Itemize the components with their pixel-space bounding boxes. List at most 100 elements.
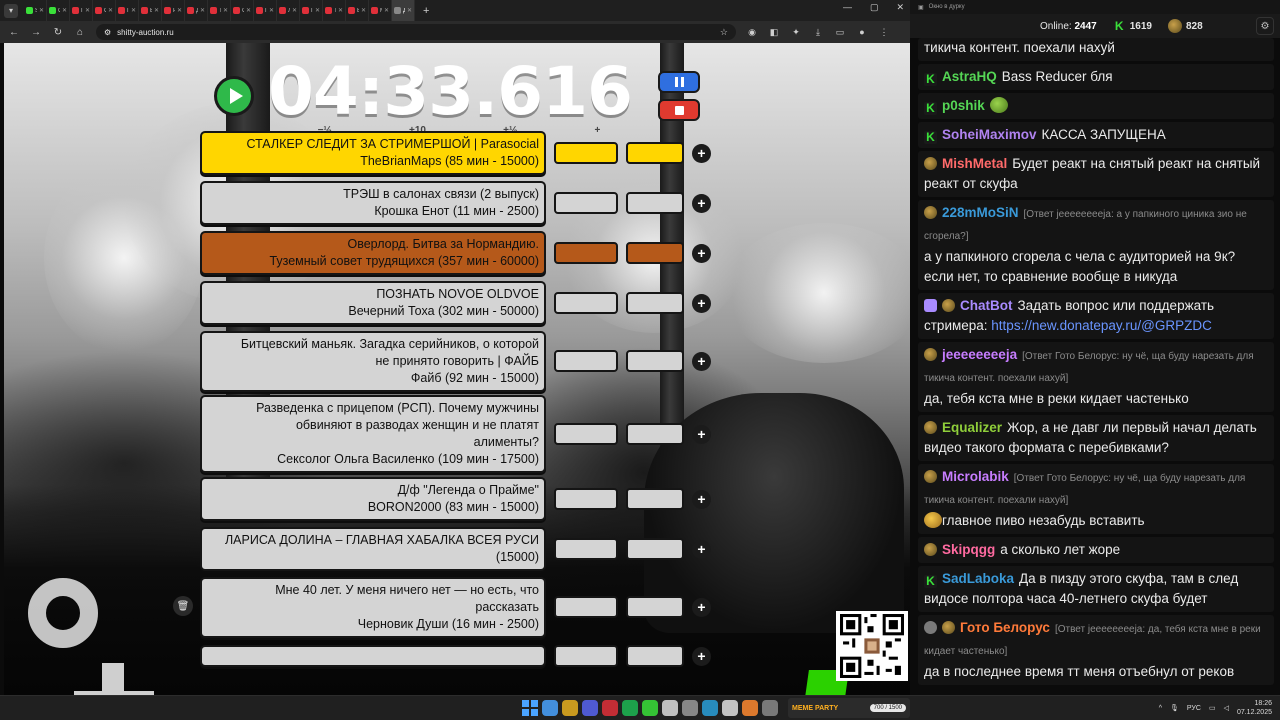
lot-bid-field[interactable] <box>554 142 618 164</box>
tab-close-icon[interactable]: ✕ <box>315 7 320 14</box>
meme-party-widget[interactable]: MEME PARTY 700 / 1500 <box>788 698 910 718</box>
taskbar-app-icon[interactable] <box>622 700 638 716</box>
lot-name-box[interactable]: Битцевский маньяк. Загадка серийников, о… <box>200 330 546 392</box>
lot-bid-field[interactable] <box>554 423 618 445</box>
chat-message-link[interactable]: https://new.donatepay.ru/@GRPZDC <box>991 318 1212 333</box>
tab-close-icon[interactable]: ✕ <box>361 7 366 14</box>
chat-username[interactable]: Equalizer <box>942 420 1002 435</box>
chat-username[interactable]: 228mMoSiN <box>942 205 1019 220</box>
browser-tab[interactable]: ПОЗ✕ <box>116 0 139 21</box>
lot-extra-field[interactable] <box>626 192 684 214</box>
tab-close-icon[interactable]: ✕ <box>154 7 159 14</box>
add-to-lot-button[interactable]: + <box>692 144 711 163</box>
settings-gear-icon[interactable]: ⚙ <box>1256 17 1274 35</box>
extension-icon[interactable]: ◉ <box>746 27 758 38</box>
lot-bid-field[interactable] <box>554 538 618 560</box>
tab-close-icon[interactable]: ✕ <box>108 7 113 14</box>
taskbar-app-icon[interactable] <box>682 700 698 716</box>
lot-bid-field[interactable] <box>554 350 618 372</box>
maximize-icon[interactable]: ▢ <box>870 2 879 13</box>
lot-name-box[interactable]: ТРЭШ в салонах связи (2 выпуск) Крошка Ен… <box>200 181 546 225</box>
chat-message-list[interactable]: тикича контент. поехали нахуй K AstraHQ Bas… <box>918 38 1274 686</box>
lot-extra-field[interactable] <box>626 488 684 510</box>
lot-name-box[interactable]: Д/ф "Легенда о Прайме" BORON2000 (83 мин … <box>200 477 546 521</box>
lot-extra-field[interactable] <box>626 538 684 560</box>
chat-username[interactable]: Гото Белорус <box>960 620 1050 635</box>
lot-bid-field[interactable] <box>554 242 618 264</box>
tab-close-icon[interactable]: ✕ <box>223 7 228 14</box>
lot-extra-field[interactable] <box>626 645 684 667</box>
lot-name-box[interactable]: СТАЛКЕР СЛЕДИТ ЗА СТРИМЕРШОЙ | Parasocia… <box>200 131 546 175</box>
play-button[interactable] <box>214 76 254 116</box>
taskbar-app-icon[interactable] <box>722 700 738 716</box>
system-clock[interactable]: 18:26 07.12.2025 <box>1237 699 1272 717</box>
site-info-icon[interactable]: ⚙ <box>104 28 111 37</box>
tab-close-icon[interactable]: ✕ <box>407 7 412 14</box>
lot-bid-field[interactable] <box>554 292 618 314</box>
lot-name-box[interactable]: Мне 40 лет. У меня ничего нет — но есть,… <box>200 576 546 638</box>
add-to-lot-button[interactable]: + <box>692 294 711 313</box>
tab-close-icon[interactable]: ✕ <box>131 7 136 14</box>
chat-username[interactable]: jeeeeeeeeja <box>942 347 1017 362</box>
lot-extra-field[interactable] <box>626 423 684 445</box>
home-icon[interactable]: ⌂ <box>74 27 86 38</box>
chat-username[interactable]: Skipqgg <box>942 542 995 557</box>
language-indicator[interactable]: РУС <box>1187 705 1201 712</box>
chat-username[interactable]: SadLaboka <box>942 571 1014 586</box>
extension-icon[interactable]: ◧ <box>768 27 780 38</box>
download-icon[interactable]: ⤓ <box>812 27 824 38</box>
lot-name-box[interactable]: ПОЗНАТЬ NOVOE OLDVOE Вечерний Тоха (302 м… <box>200 281 546 325</box>
add-to-lot-button[interactable]: + <box>692 352 711 371</box>
browser-tab[interactable]: ТРЗ✕ <box>208 0 231 21</box>
taskbar-app-icon[interactable] <box>542 700 558 716</box>
lot-name-box[interactable]: Разведенка с прицепом (РСП). Почему мужч… <box>200 395 546 473</box>
start-windows-icon[interactable] <box>522 700 538 716</box>
lot-bid-field[interactable] <box>554 596 618 618</box>
reload-icon[interactable]: ↻ <box>52 27 64 38</box>
trash-icon[interactable]: 🗑 <box>173 596 193 616</box>
tab-close-icon[interactable]: ✕ <box>246 7 251 14</box>
lot-name-box[interactable]: ЛАРИСА ДОЛИНА – ГЛАВНАЯ ХАБАЛКА ВСЕЯ РУС… <box>200 527 546 571</box>
taskbar-app-icon[interactable] <box>642 700 658 716</box>
pause-button[interactable] <box>658 71 700 93</box>
browser-tab[interactable]: ПИ✕ <box>254 0 277 21</box>
add-to-lot-button[interactable]: + <box>692 647 711 666</box>
browser-tab[interactable]: Оре✕ <box>93 0 116 21</box>
browser-tab[interactable]: Бор✕ <box>346 0 369 21</box>
add-to-lot-button[interactable]: + <box>692 540 711 559</box>
volume-icon[interactable]: ◁ <box>1224 704 1229 712</box>
profile-icon[interactable]: ● <box>856 27 868 37</box>
lot-bid-field[interactable] <box>554 488 618 510</box>
lot-name-box[interactable]: Оверлорд. Битва за Нормандию. Туземный со… <box>200 231 546 275</box>
tab-close-icon[interactable]: ✕ <box>269 7 274 14</box>
lot-extra-field[interactable] <box>626 292 684 314</box>
stop-button[interactable] <box>658 99 700 121</box>
chat-username[interactable]: MishMetal <box>942 156 1007 171</box>
tab-close-icon[interactable]: ✕ <box>39 7 44 14</box>
minimize-icon[interactable]: — <box>843 2 852 13</box>
taskbar-app-icon[interactable] <box>662 700 678 716</box>
add-to-lot-button[interactable]: + <box>692 194 711 213</box>
chat-username[interactable]: ChatBot <box>960 298 1013 313</box>
chat-username[interactable]: p0shik <box>942 98 985 113</box>
lot-bid-field[interactable] <box>554 645 618 667</box>
tab-close-icon[interactable]: ✕ <box>292 7 297 14</box>
lot-extra-field[interactable] <box>626 596 684 618</box>
back-icon[interactable]: ← <box>8 27 20 38</box>
browser-tab[interactable]: Stre✕ <box>24 0 47 21</box>
lot-bid-field[interactable] <box>554 192 618 214</box>
lot-extra-field[interactable] <box>626 350 684 372</box>
forward-icon[interactable]: → <box>30 27 42 38</box>
tab-close-icon[interactable]: ✕ <box>62 7 67 14</box>
tab-close-icon[interactable]: ✕ <box>384 7 389 14</box>
chat-username[interactable]: AstraHQ <box>942 69 997 84</box>
microphone-icon[interactable]: 🎙 <box>1170 704 1179 712</box>
menu-icon[interactable]: ⋮ <box>878 27 890 38</box>
tab-close-icon[interactable]: ✕ <box>200 7 205 14</box>
chat-username[interactable]: SoheiMaximov <box>942 127 1037 142</box>
browser-tab[interactable]: Д/ф✕ <box>185 0 208 21</box>
taskbar-app-icon[interactable] <box>762 700 778 716</box>
browser-tab[interactable]: Тес✕ <box>323 0 346 21</box>
browser-tab[interactable]: Cry✕ <box>47 0 70 21</box>
tab-close-icon[interactable]: ✕ <box>338 7 343 14</box>
